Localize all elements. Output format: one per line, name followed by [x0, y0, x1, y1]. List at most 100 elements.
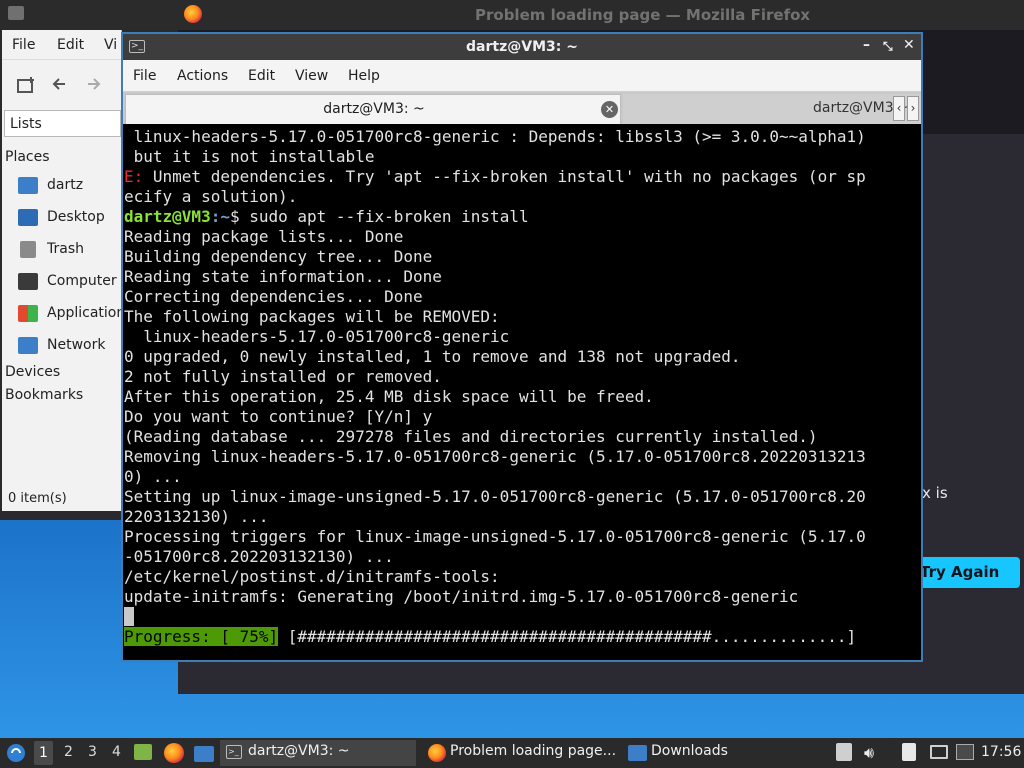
devices-heading[interactable]: Devices: [5, 364, 60, 380]
terminal-line-text: /etc/kernel/postinst.d/initramfs-tools:: [124, 567, 500, 586]
terminal-line-text: 0) ...: [124, 467, 182, 486]
terminal-output[interactable]: linux-headers-5.17.0-051700rc8-generic :…: [123, 124, 921, 660]
terminal-line-text: Correcting dependencies... Done: [124, 287, 423, 306]
status-bar-item-count: 0 item(s): [8, 491, 67, 506]
workspace-3[interactable]: 3: [88, 744, 97, 760]
new-tab-icon[interactable]: [16, 76, 36, 99]
firefox-icon: [428, 744, 446, 762]
home-folder-icon: [18, 177, 38, 194]
terminal-line: (Reading database ... 297278 files and d…: [124, 427, 921, 447]
terminal-icon: >_: [226, 745, 242, 759]
forward-arrow-icon[interactable]: [86, 76, 102, 97]
terminal-line-text: but it is not installable: [124, 147, 375, 166]
terminal-titlebar[interactable]: >_ dartz@VM3: ~ – ⤡ ✕: [123, 34, 921, 60]
terminal-line-text: 0 upgraded, 0 newly installed, 1 to remo…: [124, 347, 741, 366]
task-downloads[interactable]: Downloads: [626, 740, 822, 766]
clock[interactable]: 17:56: [981, 744, 1021, 760]
progress-line: Progress: [ 75%] [######################…: [124, 627, 921, 647]
terminal-line: Setting up linux-image-unsigned-5.17.0-0…: [124, 487, 921, 507]
terminal-line: After this operation, 25.4 MB disk space…: [124, 387, 921, 407]
terminal-line: Removing linux-headers-5.17.0-051700rc8-…: [124, 447, 921, 467]
workspace-1[interactable]: 1: [34, 741, 53, 765]
terminal-line: -051700rc8.202203132130) ...: [124, 547, 921, 567]
terminal-line: E: Unmet dependencies. Try 'apt --fix-br…: [124, 167, 921, 187]
terminal-line: update-initramfs: Generating /boot/initr…: [124, 587, 921, 607]
tab-active[interactable]: dartz@VM3: ~ ✕: [125, 94, 621, 124]
terminal-line-text: Removing linux-headers-5.17.0-051700rc8-…: [124, 447, 866, 466]
taskbar: 1 2 3 4 >_ dartz@VM3: ~ Problem loading …: [0, 738, 1024, 768]
prompt-user: dartz@VM3: [124, 207, 211, 226]
menu-view[interactable]: View: [295, 68, 328, 84]
clipboard-icon[interactable]: [836, 743, 852, 761]
terminal-line-text: linux-headers-5.17.0-051700rc8-generic :…: [124, 127, 866, 146]
file-manager-launcher-icon[interactable]: [134, 744, 152, 760]
terminal-line-text: After this operation, 25.4 MB disk space…: [124, 387, 654, 406]
terminal-line: 2 not fully installed or removed.: [124, 367, 921, 387]
minimize-icon[interactable]: –: [863, 37, 870, 53]
terminal-line: ecify a solution).: [124, 187, 921, 207]
terminal-line-text: linux-headers-5.17.0-051700rc8-generic: [124, 327, 510, 346]
terminal-window[interactable]: >_ dartz@VM3: ~ – ⤡ ✕ File Actions Edit …: [121, 32, 923, 662]
display-icon[interactable]: [930, 745, 948, 759]
bookmarks-heading[interactable]: Bookmarks: [5, 387, 83, 403]
terminal-line: dartz@VM3:~$ sudo apt --fix-broken insta…: [124, 207, 921, 227]
terminal-line: Do you want to continue? [Y/n] y: [124, 407, 921, 427]
task-firefox[interactable]: Problem loading page...: [424, 740, 620, 766]
terminal-line-text: -051700rc8.202203132130) ...: [124, 547, 394, 566]
terminal-line-text: Reading package lists... Done: [124, 227, 404, 246]
volume-icon[interactable]: 🔊︎: [864, 743, 874, 763]
menu-view[interactable]: Vi: [104, 37, 117, 53]
firefox-icon: [184, 5, 202, 23]
text-cursor: [124, 607, 134, 626]
side-pane-mode-select[interactable]: Lists: [4, 110, 121, 137]
computer-icon: [18, 273, 38, 290]
terminal-line-text: 2203132130) ...: [124, 507, 269, 526]
terminal-line-text: 2 not fully installed or removed.: [124, 367, 442, 386]
workspace-2[interactable]: 2: [64, 744, 73, 760]
tab-scroll-left-icon[interactable]: ‹: [893, 96, 905, 121]
terminal-line: Reading package lists... Done: [124, 227, 921, 247]
workspace-4[interactable]: 4: [112, 744, 121, 760]
terminal-line-text: (Reading database ... 297278 files and d…: [124, 427, 818, 446]
menu-actions[interactable]: Actions: [177, 68, 228, 84]
tab-inactive[interactable]: dartz@VM3: ~ ‹ ›: [623, 94, 921, 124]
terminal-line-text: The following packages will be REMOVED:: [124, 307, 500, 326]
menu-file[interactable]: File: [133, 68, 156, 84]
terminal-menubar: File Actions Edit View Help: [123, 60, 921, 92]
menu-file[interactable]: File: [12, 37, 35, 53]
task-terminal[interactable]: >_ dartz@VM3: ~: [220, 740, 416, 766]
tab-close-icon[interactable]: ✕: [601, 101, 618, 118]
menu-help[interactable]: Help: [348, 68, 380, 84]
maximize-icon[interactable]: ⤡: [883, 39, 893, 54]
terminal-line: The following packages will be REMOVED:: [124, 307, 921, 327]
folder-icon: [628, 745, 647, 761]
start-menu-icon[interactable]: [6, 743, 26, 767]
show-desktop-icon[interactable]: [194, 746, 214, 762]
menu-edit[interactable]: Edit: [57, 37, 84, 53]
terminal-line-text: ecify a solution).: [124, 187, 298, 206]
close-icon[interactable]: ✕: [903, 37, 915, 53]
firefox-launcher-icon[interactable]: [164, 743, 184, 763]
trash-icon: [20, 241, 36, 258]
terminal-line-text: Setting up linux-image-unsigned-5.17.0-0…: [124, 487, 866, 506]
cursor-line: [124, 607, 921, 627]
file-manager-menubar: File Edit Vi: [2, 30, 121, 60]
progress-label: Progress: [ 75%]: [124, 627, 279, 646]
menu-edit[interactable]: Edit: [248, 68, 275, 84]
terminal-line: linux-headers-5.17.0-051700rc8-generic :…: [124, 127, 921, 147]
network-status-icon[interactable]: [956, 744, 974, 760]
tab-scroll-right-icon[interactable]: ›: [907, 96, 919, 121]
applications-icon: [18, 305, 38, 322]
firefox-error-message: x is: [922, 484, 948, 502]
network-icon: [18, 337, 38, 354]
terminal-line-text: Reading state information... Done: [124, 267, 442, 286]
prompt-path: :~: [210, 207, 230, 226]
file-manager-window: File Edit Vi Lists Places dartz Desktop …: [2, 30, 133, 511]
terminal-line: 0 upgraded, 0 newly installed, 1 to remo…: [124, 347, 921, 367]
back-arrow-icon[interactable]: [51, 76, 67, 97]
firefox-window-title: Problem loading page — Mozilla Firefox: [475, 6, 811, 24]
terminal-line: Correcting dependencies... Done: [124, 287, 921, 307]
terminal-tab-bar: dartz@VM3: ~ ✕ dartz@VM3: ~ ‹ ›: [123, 92, 921, 124]
terminal-line-text: Unmet dependencies. Try 'apt --fix-broke…: [143, 167, 866, 186]
notes-icon[interactable]: [902, 743, 916, 761]
